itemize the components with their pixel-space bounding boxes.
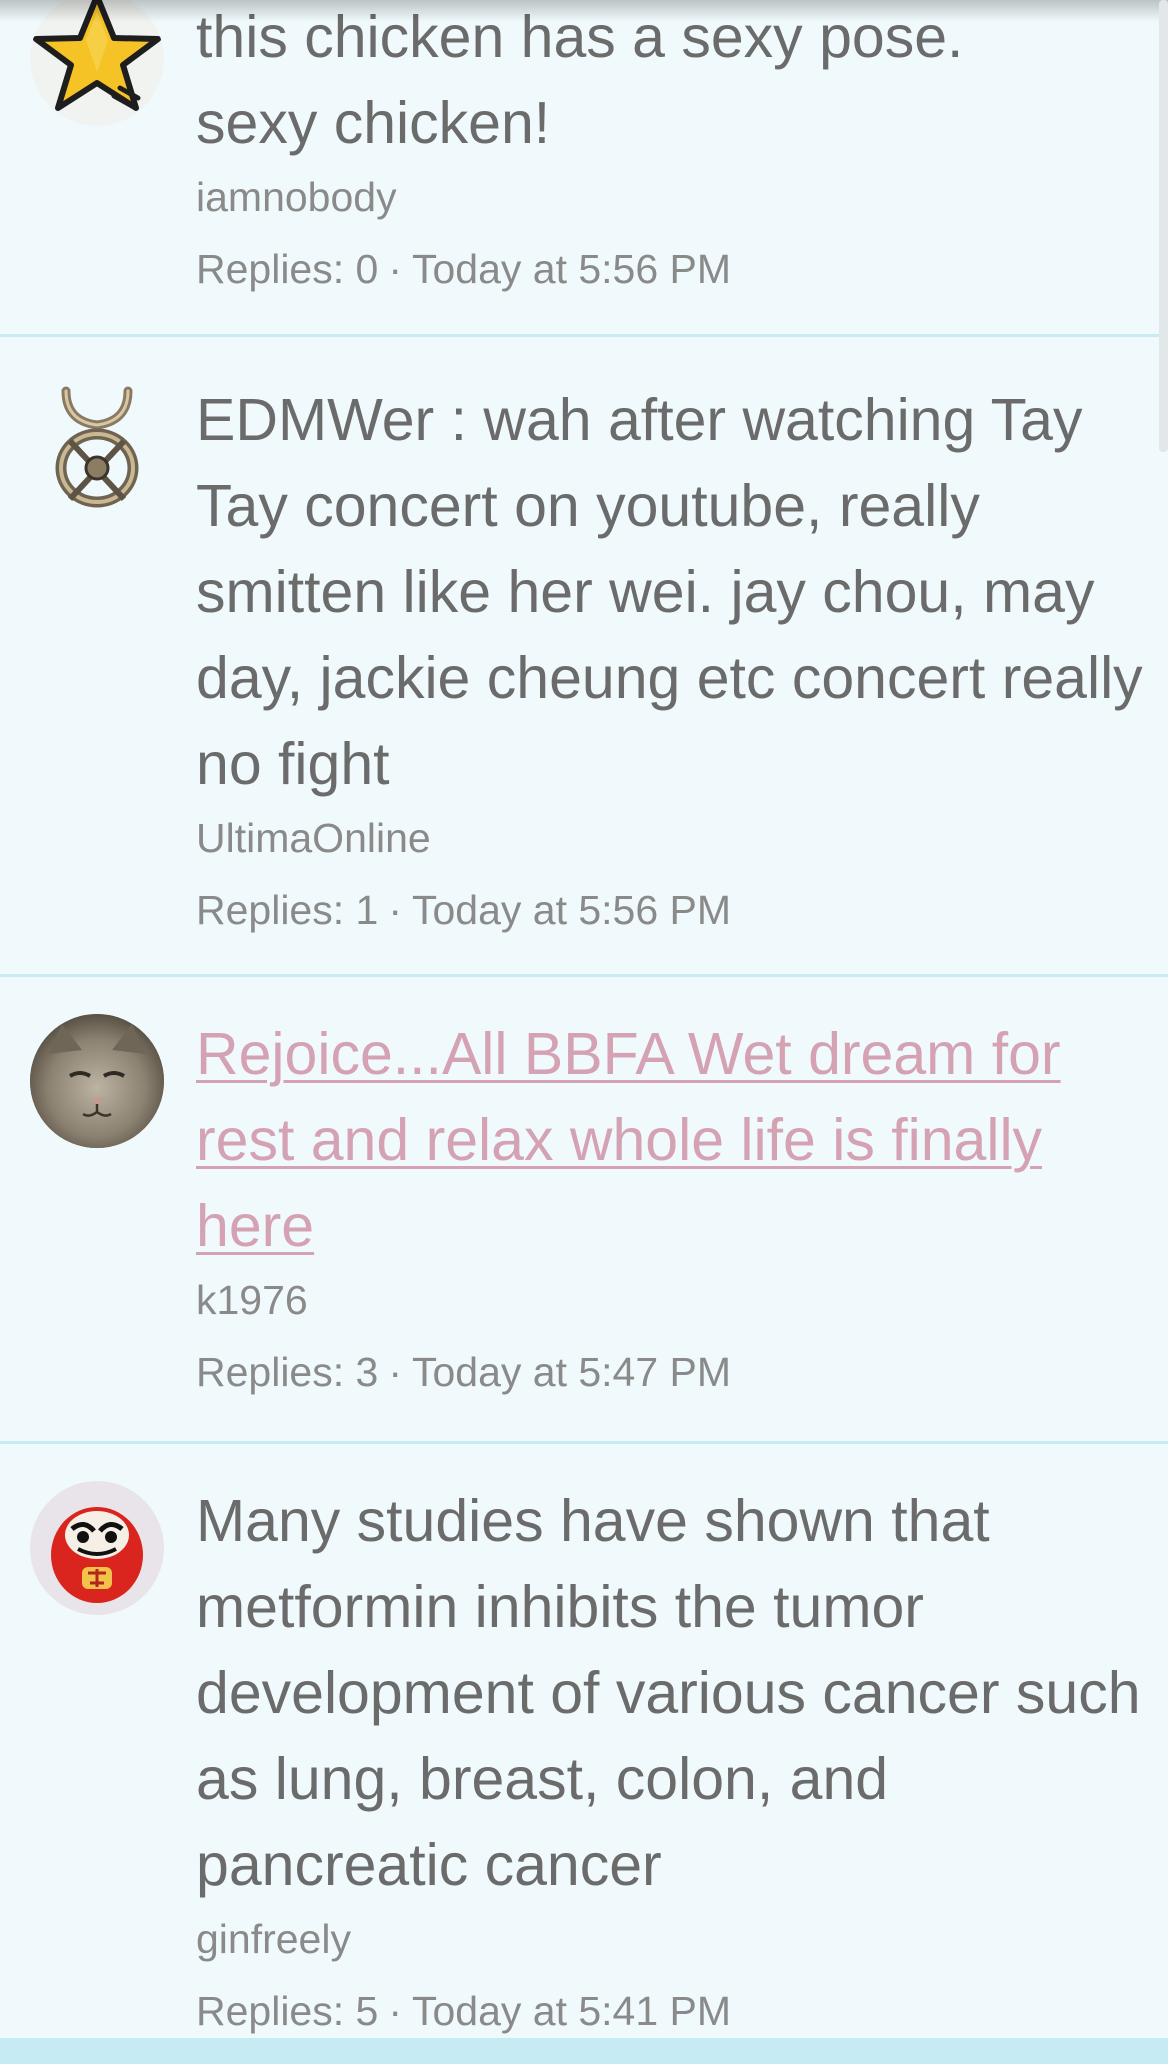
meta-separator: · (388, 1988, 402, 2034)
thread-item[interactable]: Rejoice...All BBFA Wet dream for rest an… (0, 977, 1168, 1444)
thread-item[interactable]: this chicken has a sexy pose. sexy chick… (0, 0, 1168, 337)
thread-meta: Replies: 1 · Today at 5:56 PM (196, 885, 1148, 935)
replies-count: Replies: 1 (196, 887, 379, 933)
thread-title-link[interactable]: Rejoice...All BBFA Wet dream for rest an… (196, 1011, 1148, 1269)
thread-title-line: sexy chicken! (196, 90, 551, 156)
thread-time: Today at 5:47 PM (411, 1349, 732, 1395)
replies-count: Replies: 0 (196, 246, 379, 292)
cat-photo-icon (30, 1014, 164, 1148)
thread-author[interactable]: UltimaOnline (196, 813, 1148, 863)
daruma-doll-icon (51, 1507, 143, 1603)
meta-separator: · (388, 887, 402, 933)
thread-time: Today at 5:41 PM (411, 1988, 732, 2034)
thread-meta: Replies: 5 · Today at 5:41 PM (196, 1986, 1148, 2036)
avatar[interactable] (30, 383, 164, 517)
meta-separator: · (388, 1349, 402, 1395)
top-shadow (0, 0, 1168, 22)
thread-meta: Replies: 3 · Today at 5:47 PM (196, 1347, 1148, 1397)
ankh-emblem-icon (55, 386, 139, 508)
thread-title[interactable]: EDMWer : wah after watching Tay Tay conc… (196, 377, 1148, 807)
thread-item[interactable]: EDMWer : wah after watching Tay Tay conc… (0, 337, 1168, 977)
thread-list: this chicken has a sexy pose. sexy chick… (0, 0, 1168, 2064)
thread-item[interactable]: Many studies have shown that metformin i… (0, 1444, 1168, 2064)
thread-title[interactable]: this chicken has a sexy pose. sexy chick… (196, 0, 1148, 166)
scrollbar-thumb[interactable] (1159, 0, 1168, 452)
thread-author[interactable]: iamnobody (196, 172, 1148, 222)
thread-title[interactable]: Many studies have shown that metformin i… (196, 1478, 1148, 1908)
replies-count: Replies: 3 (196, 1349, 379, 1395)
avatar[interactable] (30, 1014, 164, 1148)
thread-author[interactable]: ginfreely (196, 1914, 1148, 1964)
bottom-bar (0, 2038, 1168, 2064)
meta-separator: · (388, 246, 402, 292)
thread-author[interactable]: k1976 (196, 1275, 1148, 1325)
thread-time: Today at 5:56 PM (411, 246, 732, 292)
thread-meta: Replies: 0 · Today at 5:56 PM (196, 244, 1148, 294)
thread-time: Today at 5:56 PM (411, 887, 732, 933)
replies-count: Replies: 5 (196, 1988, 379, 2034)
avatar[interactable] (30, 1481, 164, 1615)
